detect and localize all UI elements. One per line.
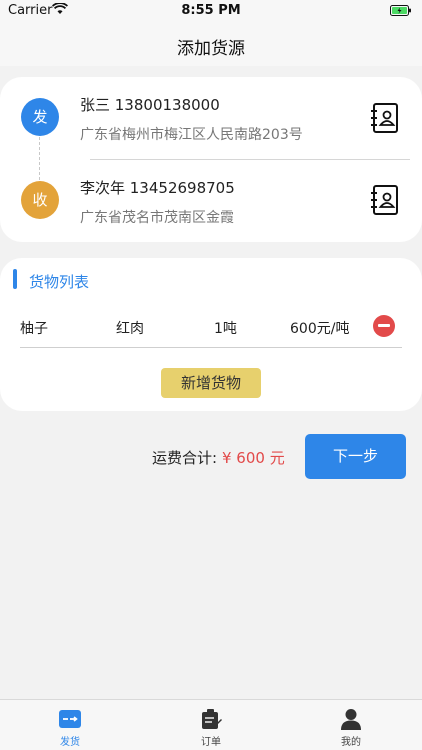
address-card: 发 张三 13800138000 广东省梅州市梅江区人民南路203号 收 李次年…	[0, 77, 422, 242]
receiver-address[interactable]: 广东省茂名市茂南区金霞	[80, 207, 234, 227]
tab-send[interactable]: 发货	[30, 700, 110, 750]
divider	[90, 159, 410, 160]
goods-weight: 1吨	[214, 321, 237, 337]
clock: 8:55 PM	[181, 3, 241, 18]
sender-address[interactable]: 广东省梅州市梅江区人民南路203号	[80, 124, 303, 144]
goods-name: 柚子	[20, 321, 48, 337]
freight-total-value: ¥ 600 元	[222, 449, 285, 467]
receiver-badge: 收	[21, 181, 59, 219]
tab-orders-label: 订单	[201, 737, 221, 748]
receiver-address-book-icon[interactable]	[370, 184, 400, 216]
route-line	[39, 137, 40, 180]
tab-orders[interactable]: 订单	[171, 700, 251, 750]
battery-icon	[390, 5, 411, 16]
receiver-name-phone[interactable]: 李次年 13452698705	[80, 177, 235, 198]
status-bar: Carrier 8:55 PM	[0, 0, 422, 22]
add-goods-button[interactable]: 新增货物	[161, 368, 261, 398]
section-accent-bar	[13, 269, 17, 289]
remove-goods-icon[interactable]	[373, 315, 395, 337]
tab-bar: 发货 订单 我的	[0, 699, 422, 750]
freight-total-label: 运费合计:	[152, 449, 218, 467]
goods-price: 600元/吨	[290, 321, 350, 337]
sender-name-phone[interactable]: 张三 13800138000	[80, 94, 220, 115]
sender-address-book-icon[interactable]	[370, 102, 400, 134]
goods-card: 货物列表 柚子 红肉 1吨 600元/吨 新增货物	[0, 258, 422, 411]
goods-row: 柚子 红肉 1吨 600元/吨	[20, 315, 402, 348]
page-title: 添加货源	[177, 39, 245, 59]
next-step-button[interactable]: 下一步	[305, 434, 406, 479]
send-cargo-icon	[59, 710, 81, 728]
goods-list-title: 货物列表	[29, 273, 90, 291]
tab-profile[interactable]: 我的	[311, 700, 391, 750]
tab-profile-label: 我的	[341, 737, 361, 748]
user-icon	[341, 709, 361, 730]
goods-type: 红肉	[116, 321, 144, 337]
nav-bar: 添加货源	[0, 22, 422, 66]
tab-send-label: 发货	[60, 737, 80, 748]
order-icon	[202, 709, 222, 729]
sender-badge: 发	[21, 98, 59, 136]
